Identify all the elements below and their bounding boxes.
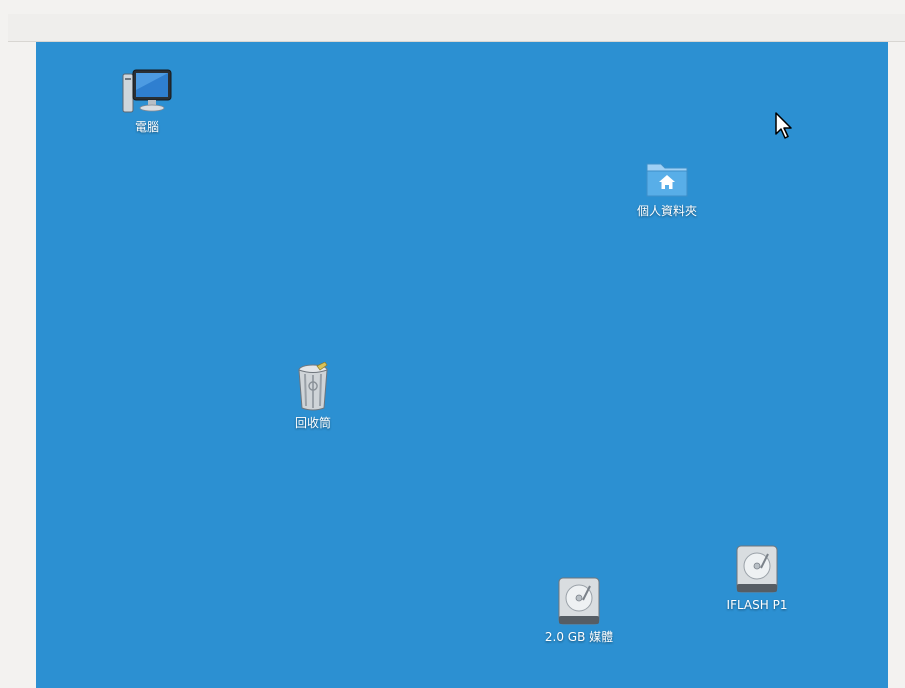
desktop-icon-trash[interactable]: 回收筒 xyxy=(258,362,368,431)
hard-disk-icon xyxy=(558,577,600,625)
desktop-icon-label: IFLASH P1 xyxy=(726,598,788,612)
desktop-icon-label: 個人資料夾 xyxy=(636,204,697,218)
desktop-area[interactable]: 電腦 個人資料夾 回收筒 2.0 GB 媒體 IFLASH P1 xyxy=(36,42,888,688)
computer-monitor-icon xyxy=(122,69,172,113)
desktop-icon-home-folder[interactable]: 個人資料夾 xyxy=(612,158,722,219)
desktop-icon-computer[interactable]: 電腦 xyxy=(92,68,202,135)
top-panel xyxy=(8,14,905,42)
screen-frame: 電腦 個人資料夾 回收筒 2.0 GB 媒體 IFLASH P1 xyxy=(0,0,905,688)
desktop-icon-iflash-drive[interactable]: IFLASH P1 xyxy=(702,544,812,613)
hard-disk-icon xyxy=(736,545,778,593)
trash-bin-icon xyxy=(298,362,328,411)
desktop-icon-media-drive[interactable]: 2.0 GB 媒體 xyxy=(524,576,634,645)
desktop-icon-label: 電腦 xyxy=(134,120,159,134)
desktop-icon-label: 回收筒 xyxy=(294,416,331,430)
home-folder-icon xyxy=(646,163,688,197)
desktop-icon-label: 2.0 GB 媒體 xyxy=(544,630,614,644)
